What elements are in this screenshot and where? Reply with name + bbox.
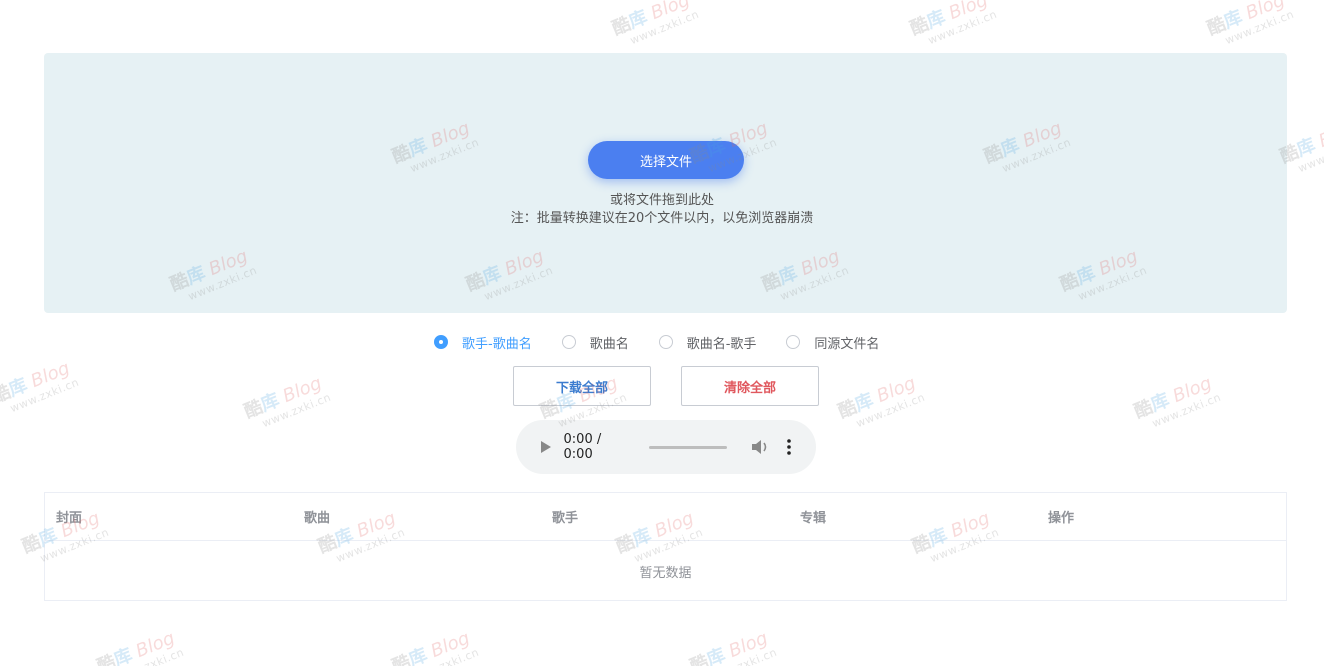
watermark-logo: 酷库 Blog www.zxki.cn <box>0 357 81 416</box>
page: 选择文件 或将文件拖到此处 注：批量转换建议在20个文件以内，以免浏览器崩溃 歌… <box>0 0 1324 666</box>
radio-label: 歌手-歌曲名 <box>462 336 532 352</box>
file-table: 封面 歌曲 歌手 专辑 操作 暂无数据 <box>44 492 1287 601</box>
volume-icon[interactable] <box>751 437 771 457</box>
empty-table-text: 暂无数据 <box>639 565 692 581</box>
radio-song[interactable]: 歌曲名 <box>561 333 629 352</box>
radio-song-singer[interactable]: 歌曲名-歌手 <box>658 333 757 352</box>
drop-hint: 或将文件拖到此处 <box>609 193 714 208</box>
radio-singer-song[interactable]: 歌手-歌曲名 <box>434 333 532 352</box>
radio-label: 歌曲名-歌手 <box>686 336 757 352</box>
play-icon[interactable] <box>536 437 556 457</box>
watermark-logo: 酷库 Blog www.zxki.cn <box>94 627 186 666</box>
more-options-icon[interactable] <box>782 437 796 457</box>
select-file-button[interactable]: 选择文件 <box>588 141 744 179</box>
column-actions: 操作 <box>1048 511 1075 526</box>
download-all-button[interactable]: 下载全部 <box>513 366 651 406</box>
table-header: 封面 歌曲 歌手 专辑 操作 <box>45 493 1286 541</box>
watermark-logo: 酷库 Blog www.zxki.cn <box>1204 0 1296 48</box>
watermark-logo: 酷库 Blog www.zxki.cn <box>907 0 999 48</box>
clear-all-button[interactable]: 清除全部 <box>681 366 819 406</box>
naming-radio-group: 歌手-歌曲名 歌曲名 歌曲名-歌手 同源文件名 <box>434 333 909 352</box>
column-cover: 封面 <box>56 511 83 526</box>
upload-dropzone[interactable] <box>44 53 1287 313</box>
watermark-logo: 酷库 Blog www.zxki.cn <box>609 0 701 48</box>
watermark-logo: 酷库 Blog www.zxki.cn <box>241 372 333 431</box>
column-song: 歌曲 <box>304 511 331 526</box>
radio-source-filename[interactable]: 同源文件名 <box>786 333 879 352</box>
watermark-logo: 酷库 Blog www.zxki.cn <box>835 372 927 431</box>
playback-time: 0:00 / 0:00 <box>563 432 602 462</box>
radio-dot[interactable] <box>434 335 448 349</box>
audio-player: 0:00 / 0:00 <box>516 420 816 474</box>
watermark-logo: 酷库 Blog www.zxki.cn <box>389 627 481 666</box>
radio-dot[interactable] <box>658 335 673 349</box>
radio-label: 同源文件名 <box>814 336 880 352</box>
radio-label: 歌曲名 <box>589 336 629 352</box>
radio-dot[interactable] <box>786 335 801 349</box>
column-singer: 歌手 <box>552 511 579 526</box>
watermark-logo: 酷库 Blog www.zxki.cn <box>1131 372 1223 431</box>
radio-dot[interactable] <box>561 335 576 349</box>
watermark-logo: 酷库 Blog www.zxki.cn <box>687 627 779 666</box>
progress-track[interactable] <box>648 445 727 449</box>
batch-note: 注：批量转换建议在20个文件以内，以免浏览器崩溃 <box>510 211 814 226</box>
column-album: 专辑 <box>800 511 827 526</box>
